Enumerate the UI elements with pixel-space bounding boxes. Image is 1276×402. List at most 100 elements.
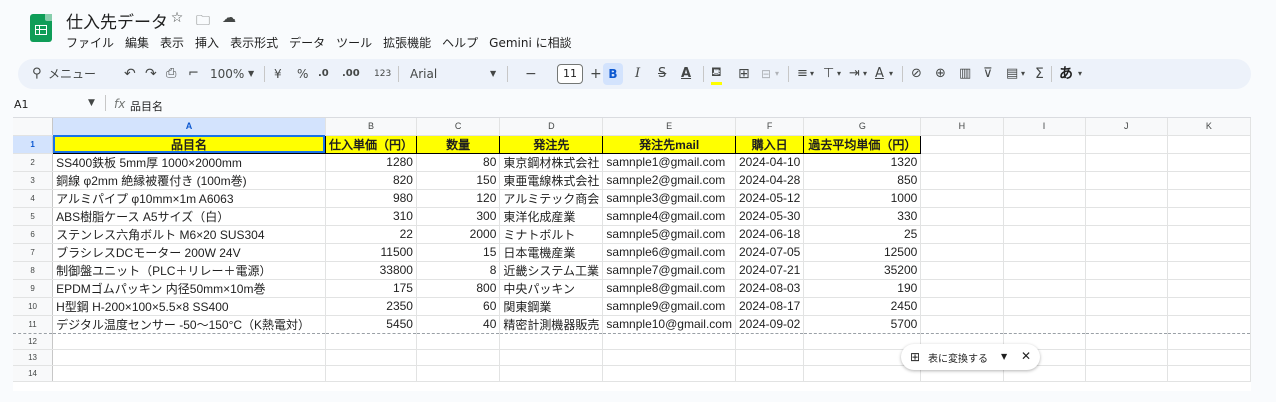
cell[interactable]: 33800 [325,261,417,280]
header-cell-avg-price[interactable]: 過去平均単価（円） [803,134,922,154]
cell[interactable]: SS400鉄板 5mm厚 1000×2000mm [52,153,326,172]
cell[interactable]: 820 [325,171,417,190]
cell[interactable] [1085,153,1168,172]
cell[interactable]: 東京鋼材株式会社 [499,153,604,172]
cell[interactable]: 40 [416,315,501,334]
chevron-down-icon[interactable]: ▼ [88,98,95,108]
cell[interactable] [920,135,1004,154]
row-number[interactable]: 12 [13,333,54,350]
cell[interactable]: 5450 [325,315,417,334]
close-icon[interactable]: ✕ [1021,349,1031,363]
cell[interactable] [1085,279,1168,298]
percent-button[interactable]: % [297,59,308,89]
cell[interactable]: samnple1@gmail.com [602,153,736,172]
cell[interactable] [920,207,1004,226]
cell[interactable] [1085,243,1168,262]
cell[interactable] [1085,225,1168,244]
cell[interactable] [1085,261,1168,280]
cell[interactable] [1167,261,1251,280]
cell[interactable] [1003,279,1086,298]
cell[interactable]: 2024-05-12 [735,189,805,208]
cell[interactable]: samnple4@gmail.com [602,207,736,226]
cell[interactable]: 2024-07-05 [735,243,805,262]
cell[interactable]: samnple7@gmail.com [602,261,736,280]
header-cell-item-name[interactable]: 品目名 [52,134,326,154]
row-number[interactable]: 13 [13,349,54,366]
cell[interactable] [920,297,1004,316]
folder-icon[interactable]: 🗀 [194,10,212,34]
cell[interactable] [52,365,326,382]
zoom-select[interactable]: 100% [210,59,244,89]
cell[interactable] [1167,189,1251,208]
cell[interactable]: samnple6@gmail.com [602,243,736,262]
header-cell-quantity[interactable]: 数量 [415,134,501,154]
cell[interactable] [325,333,417,350]
undo-icon[interactable]: ↶ [124,59,136,89]
cell[interactable] [920,243,1004,262]
cell[interactable] [1003,297,1086,316]
row-number[interactable]: 4 [13,189,54,208]
cell[interactable]: samnple3@gmail.com [602,189,736,208]
header-cell-supplier-mail[interactable]: 発注先mail [602,134,736,154]
paint-format-icon[interactable]: ⌐ [188,59,199,89]
cell[interactable]: ミナトボルト [499,225,604,244]
cell[interactable] [1085,189,1168,208]
cell[interactable] [1085,365,1168,382]
menu-search-button[interactable]: メニュー [48,59,96,89]
cell[interactable]: 800 [416,279,501,298]
merge-cells-icon[interactable]: ⊟ [761,59,771,89]
decrease-decimal-button[interactable]: .0 [318,59,329,89]
cell[interactable]: 60 [416,297,501,316]
search-icon[interactable]: ⚲ [32,59,42,89]
menu-edit[interactable]: 編集 [125,34,149,51]
borders-icon[interactable]: ⊞ [738,59,750,89]
menu-help[interactable]: ヘルプ [442,34,478,51]
cell[interactable]: 11500 [325,243,417,262]
cell[interactable]: 1320 [803,153,922,172]
cell[interactable]: 2450 [803,297,922,316]
row-number[interactable]: 6 [13,225,54,244]
cell[interactable] [1003,243,1086,262]
cell[interactable] [920,315,1004,334]
cell[interactable] [602,365,736,382]
cell[interactable]: 近畿システム工業 [499,261,604,280]
cell[interactable]: 980 [325,189,417,208]
convert-to-table-label[interactable]: 表に変換する [928,350,988,365]
cell[interactable] [920,189,1004,208]
cell[interactable]: 2024-09-02 [735,315,805,334]
cell[interactable]: 850 [803,171,922,190]
cell[interactable] [1085,135,1168,154]
cell[interactable] [1003,135,1086,154]
name-box[interactable]: A1 [14,98,29,111]
column-header[interactable]: H [920,118,1004,136]
cell[interactable]: 精密計測機器販売 [499,315,604,334]
row-number[interactable]: 7 [13,243,54,262]
cell[interactable] [325,365,417,382]
menu-format[interactable]: 表示形式 [230,34,278,51]
align-vertical-icon[interactable]: ⊤ [823,59,834,89]
row-number[interactable]: 2 [13,153,54,172]
formula-input[interactable]: 品目名 [130,98,163,114]
cell[interactable] [1085,171,1168,190]
cell[interactable] [735,365,805,382]
text-rotation-icon[interactable]: A [875,59,884,89]
menu-tools[interactable]: ツール [336,34,372,51]
header-cell-purchase-date[interactable]: 購入日 [734,134,805,154]
column-header[interactable]: I [1003,118,1086,136]
cell[interactable] [1167,297,1251,316]
cell[interactable] [1003,153,1086,172]
cell[interactable] [1085,349,1168,366]
cell[interactable] [1003,315,1086,334]
row-number[interactable]: 8 [13,261,54,280]
cell[interactable]: ABS樹脂ケース A5サイズ（白） [52,207,326,226]
sheet-grid[interactable]: A B C D E F G H I J K 1 品目名 仕入単価（円） 数量 発… [13,117,1251,391]
menu-extensions[interactable]: 拡張機能 [383,34,431,51]
cell[interactable] [1167,349,1251,366]
cell[interactable] [1003,207,1086,226]
column-header[interactable]: G [803,118,922,136]
cell[interactable]: samnple2@gmail.com [602,171,736,190]
cell[interactable] [920,225,1004,244]
cell[interactable]: アルミテック商会 [499,189,604,208]
cell[interactable] [1167,135,1251,154]
cell[interactable]: 2000 [416,225,501,244]
